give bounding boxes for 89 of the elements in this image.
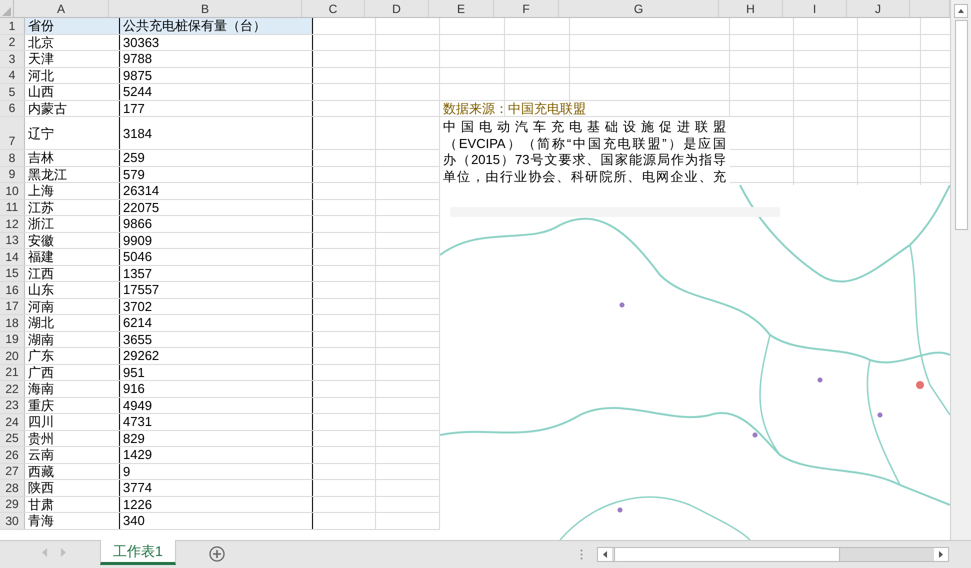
- table-cell: 青海: [28, 513, 54, 528]
- table-cell: 177: [123, 100, 145, 116]
- next-sheet-icon[interactable]: [60, 548, 66, 557]
- table-cell: 829: [123, 430, 145, 446]
- column-header[interactable]: B: [200, 0, 209, 18]
- add-sheet-icon[interactable]: [208, 546, 225, 562]
- table-cell: 福建: [28, 249, 54, 264]
- table-cell: 陕西: [28, 480, 54, 496]
- table-cell: 5046: [123, 249, 152, 264]
- table-cell: 黑龙江: [28, 166, 67, 182]
- table-cell: 公共充电桩保有量（台）: [123, 18, 266, 34]
- sheet-tab[interactable]: 工作表1: [100, 540, 176, 565]
- table-cell: 山西: [28, 84, 54, 100]
- table-cell: 重庆: [28, 398, 54, 413]
- table-cell: 3702: [123, 298, 152, 314]
- text-line: 单位，由行业协会、科研院所、电网企业、充: [443, 168, 726, 185]
- scroll-thumb[interactable]: [954, 20, 968, 230]
- table-cell: 广东: [28, 348, 54, 364]
- table-cell: 4949: [123, 398, 152, 413]
- table-cell: 5244: [123, 84, 152, 100]
- table-cell: 30363: [123, 34, 160, 50]
- column-header[interactable]: C: [328, 0, 338, 18]
- column-header[interactable]: E: [456, 0, 465, 18]
- table-cell: 1357: [123, 266, 152, 281]
- column-header[interactable]: G: [634, 0, 644, 18]
- table-cell: 9: [123, 464, 130, 479]
- source-note: 数据来源：中国充电联盟: [443, 100, 586, 116]
- table-cell: 9909: [123, 232, 152, 248]
- table-cell: 1226: [123, 496, 152, 512]
- table-cell: 9866: [123, 216, 152, 232]
- scroll-right-icon[interactable]: [934, 548, 948, 561]
- column-header[interactable]: H: [746, 0, 755, 18]
- column-header[interactable]: F: [522, 0, 530, 18]
- table-cell: 259: [123, 150, 145, 166]
- table-cell: 上海: [28, 183, 54, 198]
- table-cell: 江苏: [28, 200, 54, 215]
- text-line: 办（2015）73号文要求、国家能源局作为指导: [443, 152, 726, 168]
- table-cell: 9875: [123, 68, 152, 83]
- previous-sheet-icon[interactable]: [42, 548, 48, 557]
- scroll-thumb[interactable]: [614, 548, 840, 561]
- table-cell: 湖北: [28, 315, 54, 330]
- select-all-icon[interactable]: [2, 7, 11, 16]
- table-cell: 云南: [28, 447, 54, 462]
- table-cell: 吉林: [28, 150, 54, 166]
- table-cell: 17557: [123, 282, 160, 298]
- table-cell: 省份: [28, 18, 54, 34]
- table-cell: 内蒙古: [28, 100, 67, 116]
- table-cell: 天津: [28, 51, 54, 66]
- table-cell: 贵州: [28, 430, 54, 446]
- table-cell: 3184: [123, 126, 152, 140]
- scroll-left-icon[interactable]: [598, 548, 612, 561]
- table-cell: 29262: [123, 348, 160, 364]
- table-cell: 湖南: [28, 332, 54, 347]
- table-cell: 安徽: [28, 232, 54, 248]
- table-cell: 海南: [28, 381, 54, 396]
- table-cell: 916: [123, 381, 145, 396]
- table-cell: 1429: [123, 447, 152, 462]
- table-cell: 河北: [28, 68, 54, 83]
- table-cell: 6214: [123, 315, 152, 330]
- table-cell: 951: [123, 364, 145, 380]
- column-header[interactable]: A: [56, 0, 65, 18]
- row-header[interactable]: 7: [8, 134, 16, 149]
- table-cell: 4731: [123, 414, 152, 430]
- vertical-scrollbar[interactable]: [950, 0, 971, 540]
- table-cell: 甘肃: [28, 496, 54, 512]
- splitter-icon[interactable]: [580, 549, 583, 560]
- table-cell: 辽宁: [28, 126, 54, 140]
- column-header[interactable]: I: [812, 0, 816, 18]
- text-line: 中国电动汽车充电基础设施促进联盟: [443, 119, 726, 136]
- text-line: （EVCIPA）（简称“中国充电联盟”）是应国: [443, 136, 726, 152]
- table-cell: 山东: [28, 282, 54, 298]
- table-cell: 340: [123, 513, 145, 528]
- table-cell: 江西: [28, 266, 54, 281]
- table-cell: 3655: [123, 332, 152, 347]
- column-header[interactable]: D: [392, 0, 401, 18]
- column-header[interactable]: J: [875, 0, 881, 18]
- table-cell: 浙江: [28, 216, 54, 232]
- table-cell: 3774: [123, 480, 152, 496]
- table-cell: 西藏: [28, 464, 54, 479]
- table-cell: 26314: [123, 183, 160, 198]
- scroll-up-icon[interactable]: [954, 4, 968, 18]
- table-cell: 579: [123, 166, 145, 182]
- table-cell: 9788: [123, 51, 152, 66]
- table-cell: 22075: [123, 200, 160, 215]
- table-cell: 河南: [28, 298, 54, 314]
- table-cell: 广西: [28, 364, 54, 380]
- table-cell: 北京: [28, 34, 54, 50]
- table-cell: 四川: [28, 414, 54, 430]
- horizontal-scrollbar[interactable]: [596, 547, 949, 562]
